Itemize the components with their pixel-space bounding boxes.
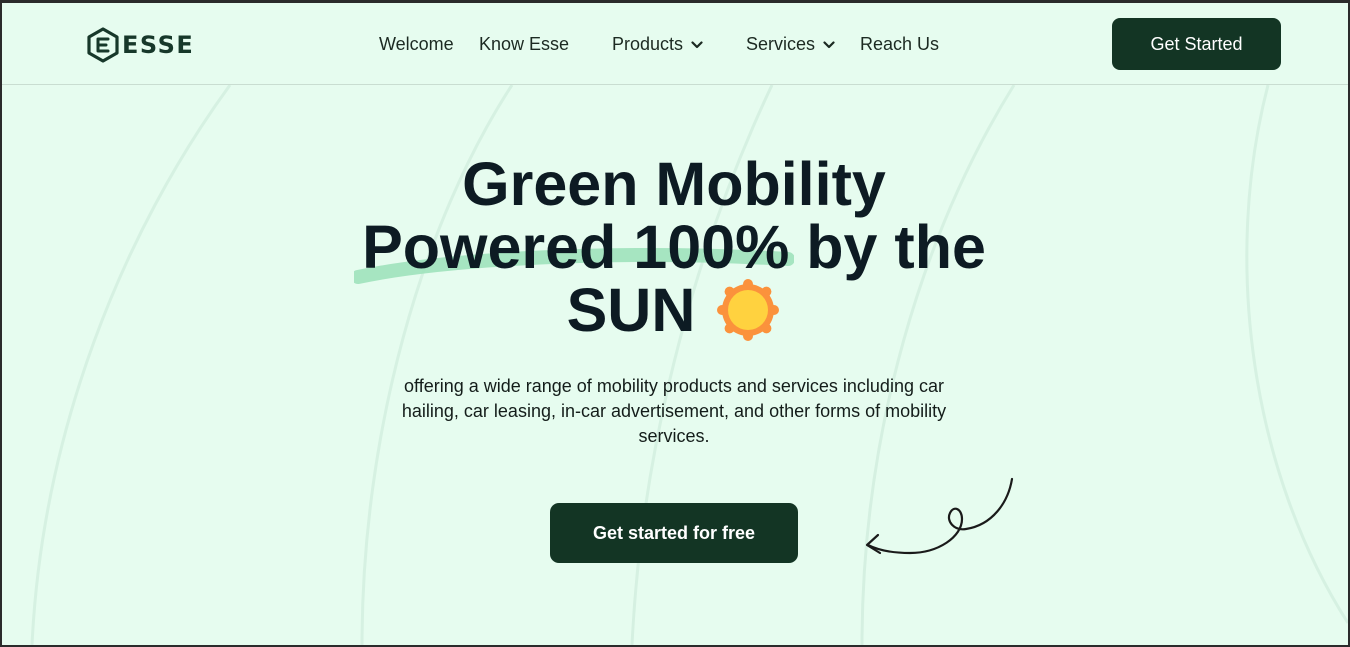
get-started-button[interactable]: Get Started: [1112, 18, 1281, 70]
nav-know-esse-label: Know Esse: [479, 34, 570, 54]
nav-welcome[interactable]: Welcome: [379, 34, 454, 55]
hero-subtitle: offering a wide range of mobility produc…: [401, 376, 947, 446]
headline-line-1: Green Mobility: [462, 150, 886, 218]
nav-services[interactable]: Services: [746, 34, 835, 55]
nav-products[interactable]: Products: [612, 34, 703, 55]
hero-headline: Green Mobility Powered 100% by the SUN: [274, 153, 1074, 342]
top-navbar: ESSE Welcome Know Esse Products Services…: [2, 3, 1348, 85]
nav-know-esse[interactable]: Know Esse: [479, 34, 569, 55]
brand-logo[interactable]: ESSE: [86, 27, 194, 63]
nav-services-label: Services: [746, 34, 816, 54]
chevron-down-icon: [691, 40, 703, 48]
nav-welcome-label: Welcome: [379, 34, 454, 54]
app-window: ESSE Welcome Know Esse Products Services…: [2, 3, 1348, 645]
get-started-free-button[interactable]: Get started for free: [550, 503, 798, 563]
esse-logo-icon: [87, 27, 119, 63]
brand-name: ESSE: [122, 31, 195, 59]
nav-products-label: Products: [612, 34, 684, 54]
headline-line-3: SUN: [566, 276, 696, 344]
chevron-down-icon: [823, 40, 835, 48]
sun-icon: [717, 279, 779, 341]
nav-reach-us-label: Reach Us: [860, 34, 940, 54]
nav-reach-us[interactable]: Reach Us: [860, 34, 939, 55]
headline-line-2: Powered 100% by the: [362, 213, 986, 281]
curly-arrow-icon: [865, 477, 1014, 555]
